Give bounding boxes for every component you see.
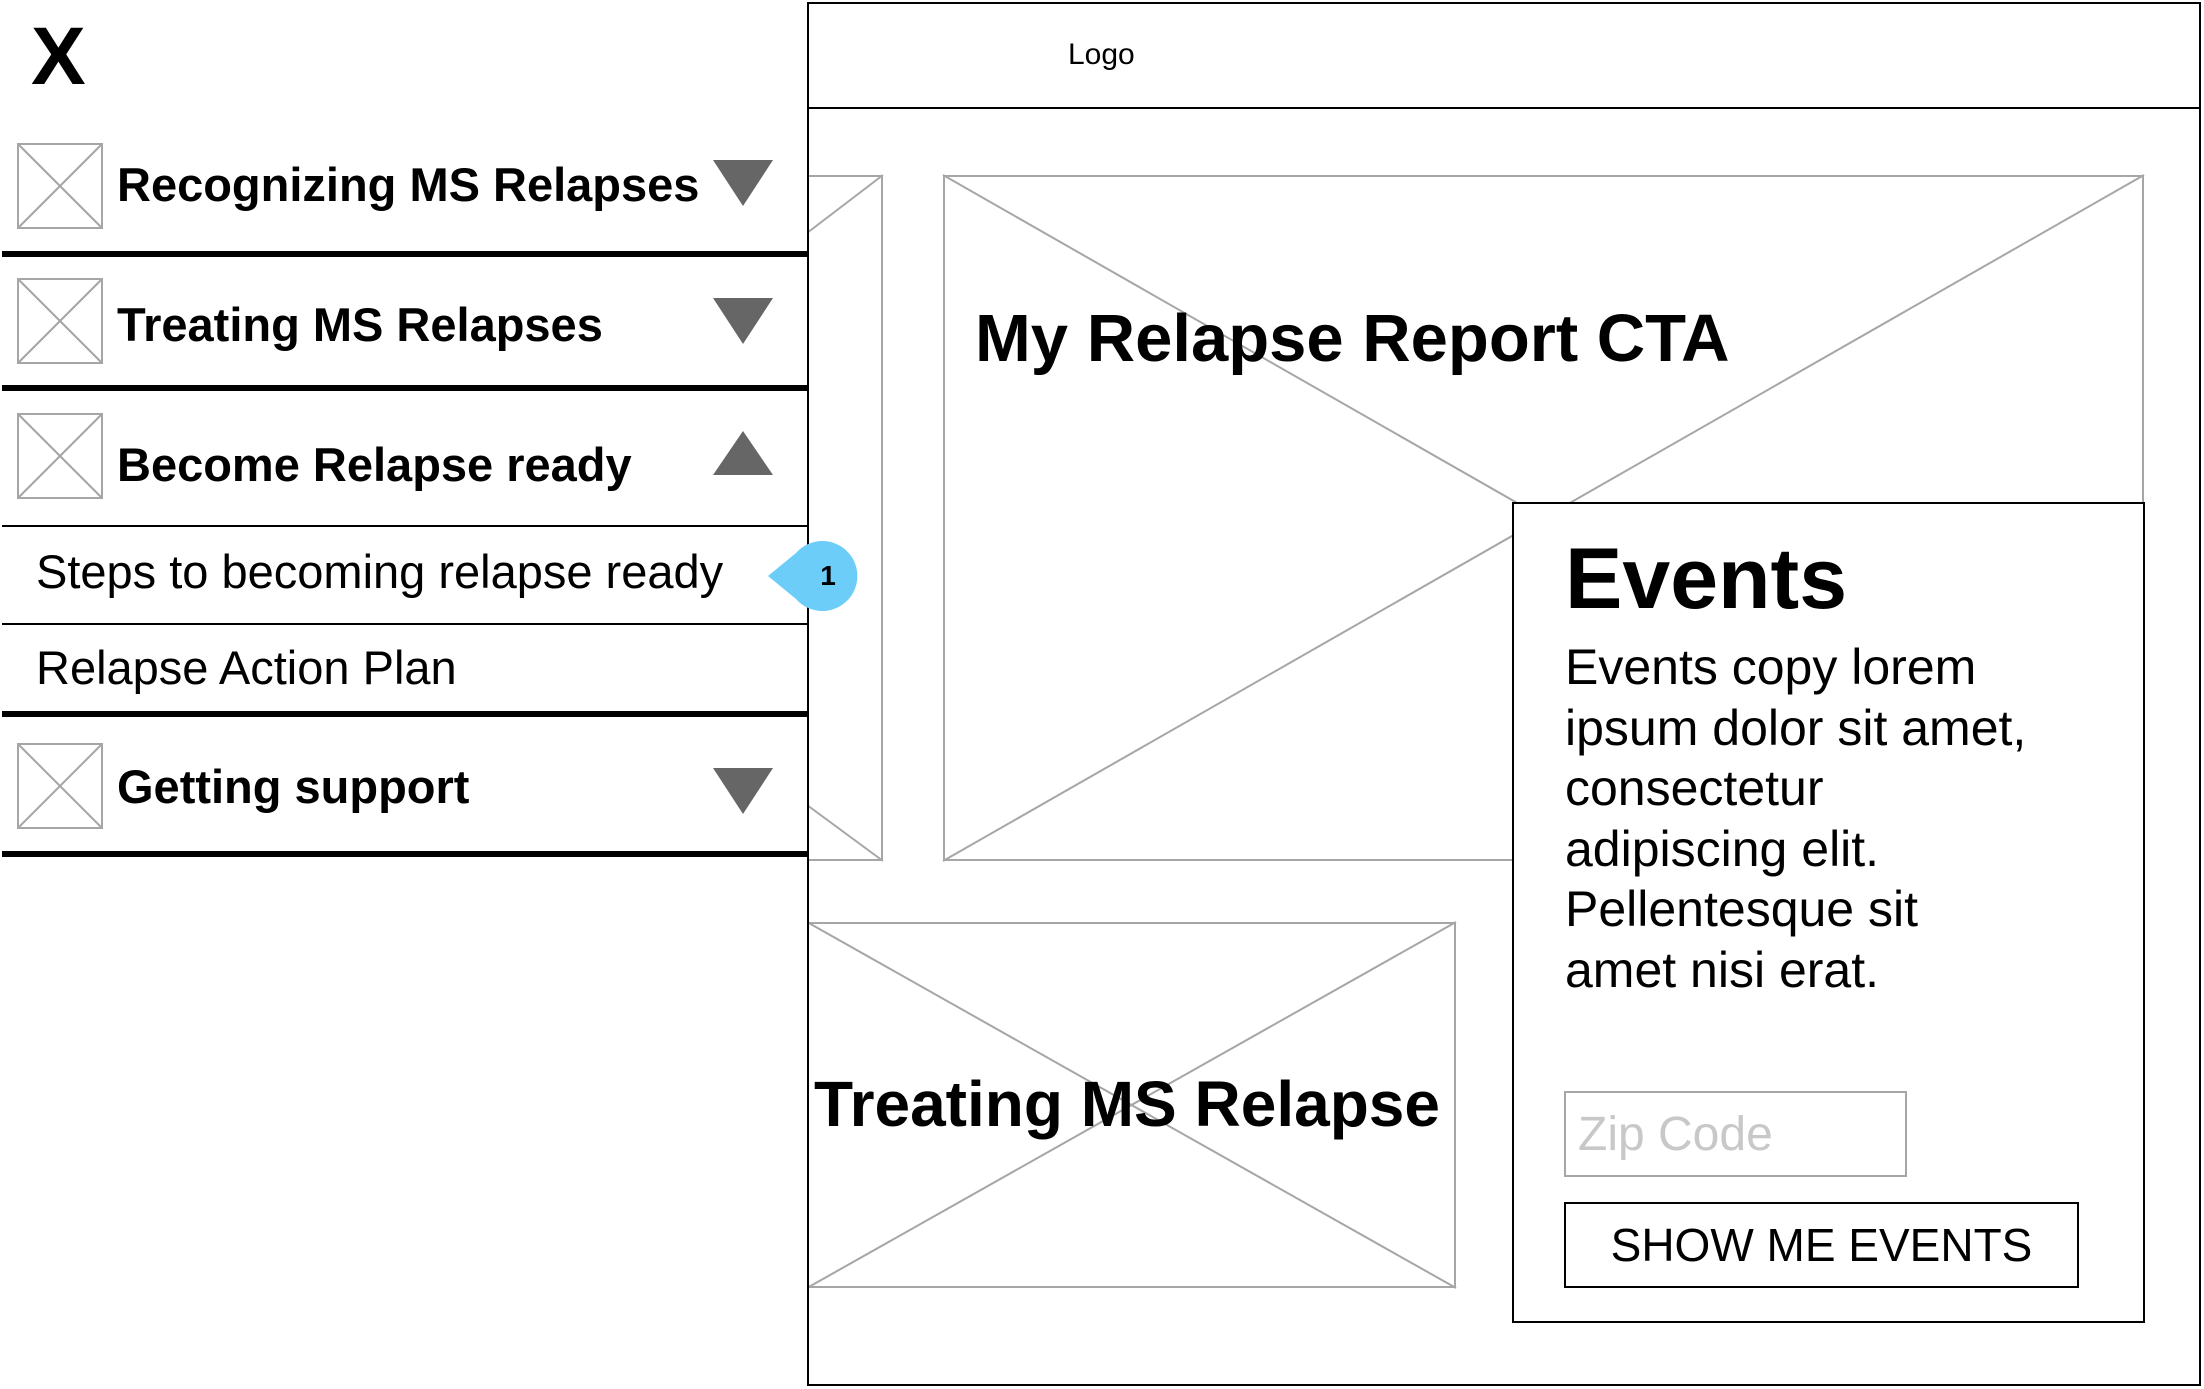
show-me-events-button[interactable]: SHOW ME EVENTS <box>1564 1202 2079 1288</box>
divider <box>2 525 809 527</box>
getting-support-thumbnail-icon <box>17 743 103 829</box>
events-title: Events <box>1565 531 1848 627</box>
hero-title: My Relapse Report CTA <box>975 301 1730 376</box>
chevron-up-icon[interactable] <box>713 431 773 475</box>
logo[interactable]: Logo <box>1068 38 1135 72</box>
sidebar-item-label: Recognizing MS Relapses <box>117 158 700 211</box>
annotation-badge-number: 1 <box>820 560 836 591</box>
sidebar-item-label: Getting support <box>117 760 470 813</box>
sidebar-item-label: Treating MS Relapses <box>117 298 603 351</box>
zip-code-input[interactable] <box>1564 1091 1907 1177</box>
chevron-down-icon[interactable] <box>713 298 773 344</box>
become-ready-thumbnail-icon <box>17 413 103 499</box>
treating-thumbnail-icon <box>17 278 103 364</box>
sidebar-item-label: Become Relapse ready <box>117 438 632 491</box>
divider <box>2 623 809 625</box>
subitem-steps-relapse-ready[interactable]: Steps to becoming relapse ready <box>36 544 723 599</box>
recognizing-thumbnail-icon <box>17 143 103 229</box>
image-placeholder-strip-cross <box>806 174 884 862</box>
chevron-down-icon[interactable] <box>713 160 773 206</box>
chevron-down-icon[interactable] <box>713 768 773 814</box>
bottom-card-title: Treating MS Relapse <box>814 1068 1440 1140</box>
events-copy: Events copy lorem ipsum dolor sit amet, … <box>1565 639 2027 998</box>
subitem-relapse-action-plan[interactable]: Relapse Action Plan <box>36 640 457 695</box>
divider <box>2 851 809 857</box>
close-icon[interactable]: X <box>31 16 86 98</box>
header <box>807 2 2201 109</box>
